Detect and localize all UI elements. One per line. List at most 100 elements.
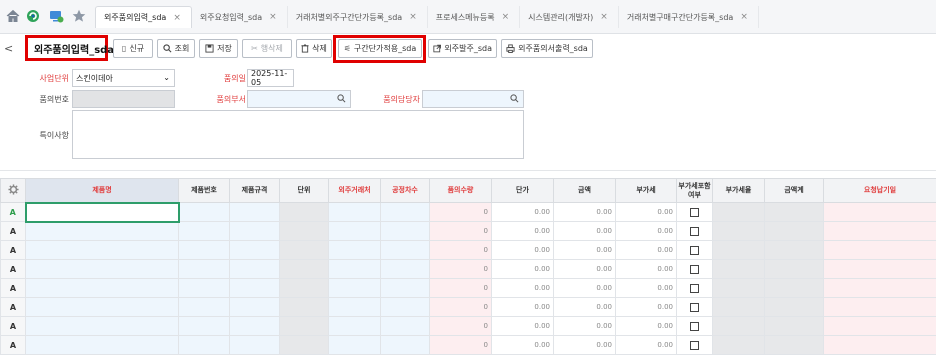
vendor-cell[interactable]	[329, 298, 381, 317]
product-name-cell[interactable]	[26, 260, 179, 279]
product-no-cell[interactable]	[179, 279, 230, 298]
quantity-cell[interactable]: 0	[430, 317, 492, 336]
vat-cell[interactable]: 0.00	[616, 203, 677, 222]
tab-5[interactable]: 거래처별구매구간단가등록_sda×	[619, 6, 759, 28]
close-icon[interactable]: ×	[173, 13, 181, 23]
column-header[interactable]: 부가세	[616, 179, 677, 203]
amount-cell[interactable]: 0.00	[554, 279, 616, 298]
product-no-cell[interactable]	[179, 241, 230, 260]
unit-price-cell[interactable]: 0.00	[492, 298, 554, 317]
vat-included-cell[interactable]	[677, 279, 713, 298]
vendor-cell[interactable]	[329, 260, 381, 279]
unit-price-cell[interactable]: 0.00	[492, 203, 554, 222]
vendor-cell[interactable]	[329, 241, 381, 260]
column-header[interactable]: 부가세율	[713, 179, 765, 203]
vendor-cell[interactable]	[329, 222, 381, 241]
business-unit-select[interactable]: 스킨이데아 ⌄	[72, 69, 175, 87]
search-icon[interactable]	[337, 94, 346, 103]
vendor-cell[interactable]	[329, 203, 381, 222]
vat-included-checkbox[interactable]	[690, 284, 699, 293]
due-date-cell[interactable]	[824, 260, 936, 279]
print-request-button[interactable]: 외주품의서출력_sda	[501, 39, 593, 58]
vat-included-cell[interactable]	[677, 298, 713, 317]
tab-3[interactable]: 프로세스메뉴등록×	[428, 6, 520, 28]
gear-icon[interactable]	[8, 184, 19, 195]
product-spec-cell[interactable]	[230, 298, 280, 317]
grid-settings-cell[interactable]	[1, 179, 26, 203]
amount-cell[interactable]: 0.00	[554, 336, 616, 355]
vat-included-cell[interactable]	[677, 222, 713, 241]
product-name-cell[interactable]	[26, 298, 179, 317]
vat-included-checkbox[interactable]	[690, 341, 699, 350]
process-seq-cell[interactable]	[381, 203, 430, 222]
product-no-cell[interactable]	[179, 298, 230, 317]
column-header[interactable]: 제품명	[26, 179, 179, 203]
table-row[interactable]: A00.000.000.00	[1, 336, 936, 355]
unit-price-cell[interactable]: 0.00	[492, 241, 554, 260]
new-button[interactable]: ▯신규	[113, 39, 153, 58]
delete-row-button[interactable]: ✂행삭제	[242, 39, 292, 58]
product-no-cell[interactable]	[179, 203, 230, 222]
close-icon[interactable]: ×	[502, 12, 510, 22]
tab-2[interactable]: 거래처별외주구간단가등록_sda×	[288, 6, 428, 28]
vat-included-cell[interactable]	[677, 317, 713, 336]
process-seq-cell[interactable]	[381, 222, 430, 241]
unit-price-cell[interactable]: 0.00	[492, 336, 554, 355]
vat-included-checkbox[interactable]	[690, 303, 699, 312]
vat-included-checkbox[interactable]	[690, 322, 699, 331]
due-date-cell[interactable]	[824, 279, 936, 298]
vat-cell[interactable]: 0.00	[616, 298, 677, 317]
product-name-cell[interactable]	[26, 203, 179, 222]
quantity-cell[interactable]: 0	[430, 203, 492, 222]
process-seq-cell[interactable]	[381, 241, 430, 260]
vendor-cell[interactable]	[329, 279, 381, 298]
process-seq-cell[interactable]	[381, 260, 430, 279]
column-header[interactable]: 요청납기일	[824, 179, 936, 203]
quantity-cell[interactable]: 0	[430, 298, 492, 317]
table-row[interactable]: A00.000.000.00	[1, 241, 936, 260]
tab-1[interactable]: 외주요청입력_sda×	[192, 6, 288, 28]
remark-textarea[interactable]	[72, 110, 524, 159]
column-header[interactable]: 공정차수	[381, 179, 430, 203]
vat-included-checkbox[interactable]	[690, 227, 699, 236]
vendor-cell[interactable]	[329, 336, 381, 355]
close-icon[interactable]: ×	[409, 12, 417, 22]
unit-price-cell[interactable]: 0.00	[492, 279, 554, 298]
tab-0[interactable]: 외주품의입력_sda×	[95, 6, 192, 28]
delete-button[interactable]: 삭제	[296, 39, 332, 58]
amount-cell[interactable]: 0.00	[554, 222, 616, 241]
amount-cell[interactable]: 0.00	[554, 317, 616, 336]
due-date-cell[interactable]	[824, 241, 936, 260]
product-no-cell[interactable]	[179, 260, 230, 279]
tab-4[interactable]: 시스템관리(개발자)×	[520, 6, 619, 28]
column-header[interactable]: 제품규격	[230, 179, 280, 203]
product-name-cell[interactable]	[26, 222, 179, 241]
due-date-cell[interactable]	[824, 222, 936, 241]
product-spec-cell[interactable]	[230, 203, 280, 222]
vat-included-cell[interactable]	[677, 203, 713, 222]
unit-price-cell[interactable]: 0.00	[492, 222, 554, 241]
product-no-cell[interactable]	[179, 222, 230, 241]
search-icon[interactable]	[510, 94, 519, 103]
request-dept-field[interactable]	[247, 90, 351, 108]
vat-included-checkbox[interactable]	[690, 246, 699, 255]
product-name-cell[interactable]	[26, 317, 179, 336]
close-icon[interactable]: ×	[269, 12, 277, 22]
column-header[interactable]: 단가	[492, 179, 554, 203]
product-no-cell[interactable]	[179, 317, 230, 336]
column-header[interactable]: 외주거래처	[329, 179, 381, 203]
quantity-cell[interactable]: 0	[430, 279, 492, 298]
table-row[interactable]: A00.000.000.00	[1, 203, 936, 222]
product-spec-cell[interactable]	[230, 336, 280, 355]
vat-cell[interactable]: 0.00	[616, 279, 677, 298]
table-row[interactable]: A00.000.000.00	[1, 260, 936, 279]
product-name-cell[interactable]	[26, 279, 179, 298]
vat-cell[interactable]: 0.00	[616, 241, 677, 260]
amount-cell[interactable]: 0.00	[554, 203, 616, 222]
unit-price-cell[interactable]: 0.00	[492, 260, 554, 279]
vendor-cell[interactable]	[329, 317, 381, 336]
product-name-cell[interactable]	[26, 241, 179, 260]
product-spec-cell[interactable]	[230, 317, 280, 336]
table-row[interactable]: A00.000.000.00	[1, 279, 936, 298]
product-spec-cell[interactable]	[230, 279, 280, 298]
